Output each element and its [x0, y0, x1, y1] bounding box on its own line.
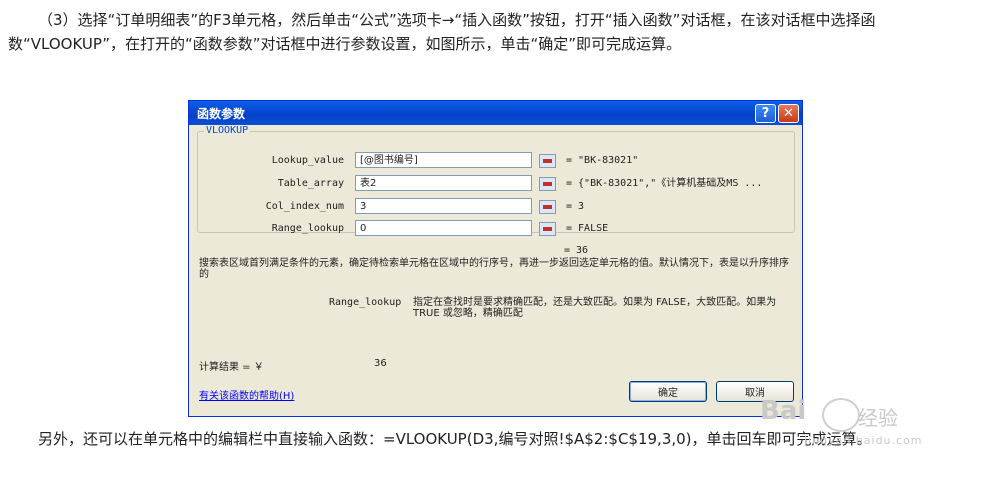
argument-result: = FALSE	[566, 223, 609, 234]
lookup-value-input[interactable]: [@图书编号]	[355, 152, 532, 168]
instruction-paragraph: （3）选择“订单明细表”的F3单元格，然后单击“公式”选项卡→“插入函数”按钮，…	[8, 11, 876, 53]
argument-help-text: 指定在查找时是要求精确匹配，还是大致匹配。如果为 FALSE，大致匹配。如果为 …	[413, 297, 777, 319]
ok-button[interactable]: 确定	[629, 381, 707, 402]
calculation-result-label: 计算结果 = ￥	[199, 362, 264, 373]
group-title: VLOOKUP	[204, 125, 251, 136]
watermark-url: jingyan.baidu.com	[804, 434, 923, 447]
argument-label: Lookup_value	[271, 155, 344, 166]
calculation-result-value: 36	[374, 358, 387, 369]
close-icon[interactable]: ✕	[778, 103, 799, 123]
collapse-dialog-icon[interactable]	[539, 177, 556, 191]
dialog-title: 函数参数	[197, 106, 246, 121]
title-bar-buttons: ? ✕	[755, 103, 799, 123]
argument-result: = {"BK-83021","《计算机基础及MS ...	[566, 178, 763, 189]
argument-result: = 3	[566, 201, 585, 212]
argument-result: = "BK-83021"	[566, 155, 639, 166]
watermark-label: 经验	[858, 406, 898, 430]
range-lookup-input[interactable]: 0	[355, 220, 532, 236]
argument-label: Table_array	[277, 178, 344, 189]
paw-icon	[822, 398, 860, 432]
collapse-dialog-icon[interactable]	[539, 222, 556, 236]
argument-row-range-lookup: Range_lookup 0 = FALSE	[198, 220, 794, 238]
argument-label: Range_lookup	[271, 223, 344, 234]
function-arguments-dialog: 函数参数 ? ✕ VLOOKUP Lookup_value [@图书编号] = …	[188, 100, 803, 417]
help-question-icon[interactable]: ?	[755, 103, 776, 123]
watermark-logo-text: Bai	[760, 396, 807, 426]
argument-row-lookup-value: Lookup_value [@图书编号] = "BK-83021"	[198, 152, 794, 170]
argument-row-table-array: Table_array 表2 = {"BK-83021","《计算机基础及MS …	[198, 175, 794, 193]
collapse-dialog-icon[interactable]	[539, 200, 556, 214]
argument-help-name: Range_lookup	[329, 297, 402, 308]
total-result: = 36	[564, 245, 589, 256]
col-index-num-input[interactable]: 3	[355, 198, 532, 214]
function-description: 搜索表区域首列满足条件的元素，确定待检索单元格在区域中的行序号，再进一步返回选定…	[199, 258, 789, 280]
function-help-link[interactable]: 有关该函数的帮助(H)	[199, 387, 294, 402]
vlookup-arguments-group: VLOOKUP Lookup_value [@图书编号] = "BK-83021…	[197, 125, 795, 236]
argument-label: Col_index_num	[265, 201, 344, 212]
collapse-dialog-icon[interactable]	[539, 154, 556, 168]
argument-row-col-index-num: Col_index_num 3 = 3	[198, 198, 794, 216]
baidu-jingyan-watermark: Bai 经验 jingyan.baidu.com	[760, 396, 970, 456]
table-array-input[interactable]: 表2	[355, 175, 532, 191]
title-bar[interactable]: 函数参数 ? ✕	[189, 101, 802, 125]
